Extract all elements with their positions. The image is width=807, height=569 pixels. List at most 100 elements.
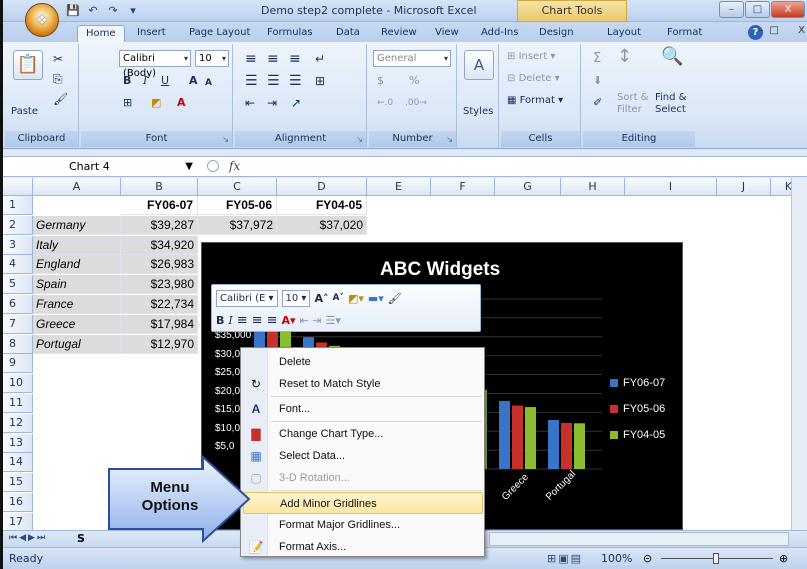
styles-button[interactable]: Styles	[463, 106, 493, 117]
column-header-d[interactable]: D	[277, 178, 367, 196]
bar-portugal-1[interactable]	[561, 422, 572, 469]
tab-page-layout[interactable]: Page Layout	[189, 25, 250, 42]
menu-item-format-major-gridlines[interactable]: Format Major Gridlines...	[243, 514, 483, 536]
autosum-button[interactable]: Σ	[593, 50, 601, 68]
row-header-3[interactable]: 3	[3, 235, 33, 255]
font-dialog-launcher-icon[interactable]: ↘	[222, 135, 229, 144]
select-all-corner[interactable]	[3, 178, 33, 196]
maximize-button[interactable]: □	[745, 1, 770, 18]
horizontal-scrollbar[interactable]	[489, 532, 789, 546]
tab-layout[interactable]: Layout	[607, 25, 641, 42]
table-row-country[interactable]: Greece	[33, 314, 121, 334]
grow-font-button[interactable]: A	[189, 72, 198, 90]
align-left-icon[interactable]: ☰	[245, 72, 258, 90]
mini-align-left-icon[interactable]: ≡	[237, 313, 248, 328]
menu-item-delete[interactable]: Delete	[243, 351, 483, 373]
cut-icon[interactable]: ✂	[53, 52, 63, 66]
zoom-thumb[interactable]	[713, 553, 719, 564]
row-header-12[interactable]: 12	[3, 413, 33, 433]
shrink-font-button[interactable]: A	[205, 74, 212, 92]
align-top-icon[interactable]: ≡	[245, 50, 257, 68]
workbook-close-icon[interactable]: X	[798, 25, 805, 36]
tab-data[interactable]: Data	[336, 25, 360, 42]
table-row-country[interactable]: Spain	[33, 275, 121, 295]
styles-icon[interactable]: A	[464, 50, 494, 80]
save-icon[interactable]: 💾	[65, 4, 81, 18]
increase-indent-icon[interactable]: ⇥	[267, 94, 277, 112]
mini-bold-icon[interactable]: B	[216, 314, 224, 327]
format-painter-icon[interactable]: 🖌	[53, 92, 68, 106]
zoom-in-icon[interactable]: ⊕	[779, 552, 788, 565]
view-buttons-icon[interactable]: ⊞▣▤	[547, 552, 583, 565]
bold-button[interactable]: B	[123, 72, 131, 90]
row-header-9[interactable]: 9	[3, 354, 33, 374]
tab-insert[interactable]: Insert	[137, 25, 166, 42]
decrease-decimal-icon[interactable]: .00→	[405, 94, 427, 112]
fill-color-icon[interactable]: ◩	[151, 94, 161, 112]
table-row-fy0506[interactable]: $37,972	[198, 215, 277, 235]
sort-filter-button-line2[interactable]: Filter	[617, 104, 642, 115]
table-row-country[interactable]: Portugal	[33, 334, 121, 354]
row-header-7[interactable]: 7	[3, 314, 33, 334]
increase-decimal-icon[interactable]: ←.0	[377, 94, 393, 112]
mini-grow-font-icon[interactable]: A˄	[314, 292, 328, 305]
sheet-nav-icon[interactable]: ⏮◀▶⏭	[9, 533, 47, 543]
row-header-14[interactable]: 14	[3, 453, 33, 473]
table-row-fy0607[interactable]: $39,287	[121, 215, 198, 235]
menu-item-select-data[interactable]: ▦ Select Data...	[243, 445, 483, 467]
number-dialog-launcher-icon[interactable]: ↘	[446, 135, 453, 144]
number-format-combo[interactable]: General ▾	[373, 50, 451, 67]
close-button[interactable]: X	[771, 1, 805, 18]
align-middle-icon[interactable]: ≡	[267, 50, 279, 68]
menu-item-font[interactable]: A Font...	[243, 398, 483, 420]
mini-shrink-font-icon[interactable]: A˅	[332, 293, 343, 303]
underline-button[interactable]: U	[161, 72, 169, 90]
cell-c1[interactable]: FY05-06	[198, 196, 277, 215]
customize-qat-icon[interactable]: ▾	[125, 4, 141, 18]
name-box[interactable]: Chart 4 ▼	[33, 158, 201, 176]
currency-button[interactable]: $	[377, 72, 384, 90]
column-header-e[interactable]: E	[367, 178, 431, 196]
paste-button[interactable]: Paste	[11, 106, 38, 117]
cell-d1[interactable]: FY04-05	[277, 196, 367, 215]
mini-line-color-icon[interactable]: ▬▾	[368, 292, 384, 305]
undo-icon[interactable]: ↶	[85, 4, 101, 18]
row-header-17[interactable]: 17	[3, 512, 33, 530]
row-header-2[interactable]: 2	[3, 215, 33, 235]
menu-item-format-axis[interactable]: 📝 Format Axis...	[243, 536, 483, 558]
mini-fill-icon[interactable]: ◩▾	[348, 292, 364, 305]
percent-button[interactable]: %	[409, 72, 419, 90]
column-header-i[interactable]: I	[625, 178, 717, 196]
table-row-fy0405[interactable]: $37,020	[277, 215, 367, 235]
row-header-10[interactable]: 10	[3, 374, 33, 394]
table-row-country[interactable]: France	[33, 295, 121, 314]
tab-add-ins[interactable]: Add-Ins	[481, 25, 518, 42]
column-header-g[interactable]: G	[495, 178, 561, 196]
copy-icon[interactable]: ⎘	[53, 72, 63, 87]
paste-icon[interactable]: 📋	[13, 50, 43, 80]
row-header-11[interactable]: 11	[3, 394, 33, 413]
mini-bullets-icon[interactable]: ☰▾	[325, 314, 340, 327]
table-row-fy0607[interactable]: $23,980	[121, 275, 198, 295]
row-header-5[interactable]: 5	[3, 275, 33, 295]
column-header-b[interactable]: B	[121, 178, 198, 196]
table-row-fy0607[interactable]: $12,970	[121, 334, 198, 354]
bar-portugal-2[interactable]	[574, 423, 585, 469]
fill-icon[interactable]: ⬇	[593, 72, 602, 90]
mini-align-center-icon[interactable]: ≡	[252, 313, 263, 328]
italic-button[interactable]: I	[143, 72, 147, 90]
mini-size-combo[interactable]: 10 ▾	[281, 289, 311, 307]
menu-item-change-chart-type[interactable]: ▇ Change Chart Type...	[243, 423, 483, 445]
alignment-dialog-launcher-icon[interactable]: ↘	[356, 135, 363, 144]
tab-formulas[interactable]: Formulas	[267, 25, 313, 42]
table-row-fy0607[interactable]: $17,984	[121, 314, 198, 334]
row-header-15[interactable]: 15	[3, 473, 33, 493]
mini-format-painter-icon[interactable]: 🖌	[388, 292, 402, 305]
mini-italic-icon[interactable]: I	[228, 314, 232, 327]
table-row-fy0607[interactable]: $22,734	[121, 295, 198, 314]
borders-icon[interactable]: ⊞	[123, 94, 132, 112]
vertical-scrollbar[interactable]	[791, 178, 807, 530]
cell-b1[interactable]: FY06-07	[121, 196, 198, 215]
row-header-4[interactable]: 4	[3, 255, 33, 275]
menu-item-add-minor-gridlines[interactable]: Add Minor Gridlines	[243, 492, 483, 514]
